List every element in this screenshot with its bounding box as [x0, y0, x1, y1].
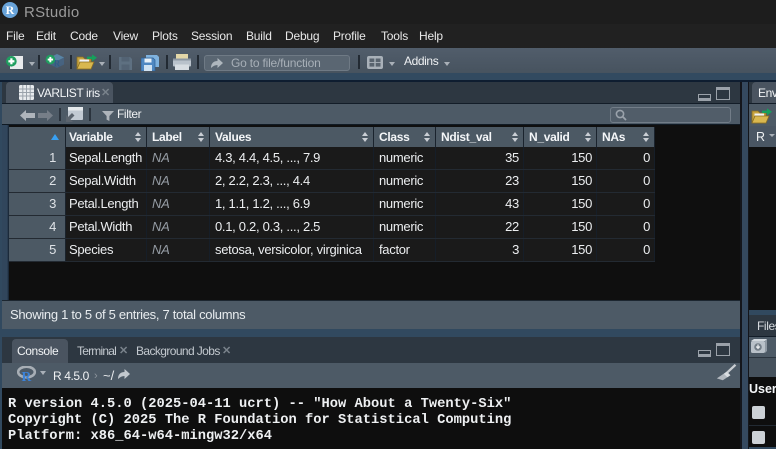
svg-text:R: R	[22, 369, 32, 382]
